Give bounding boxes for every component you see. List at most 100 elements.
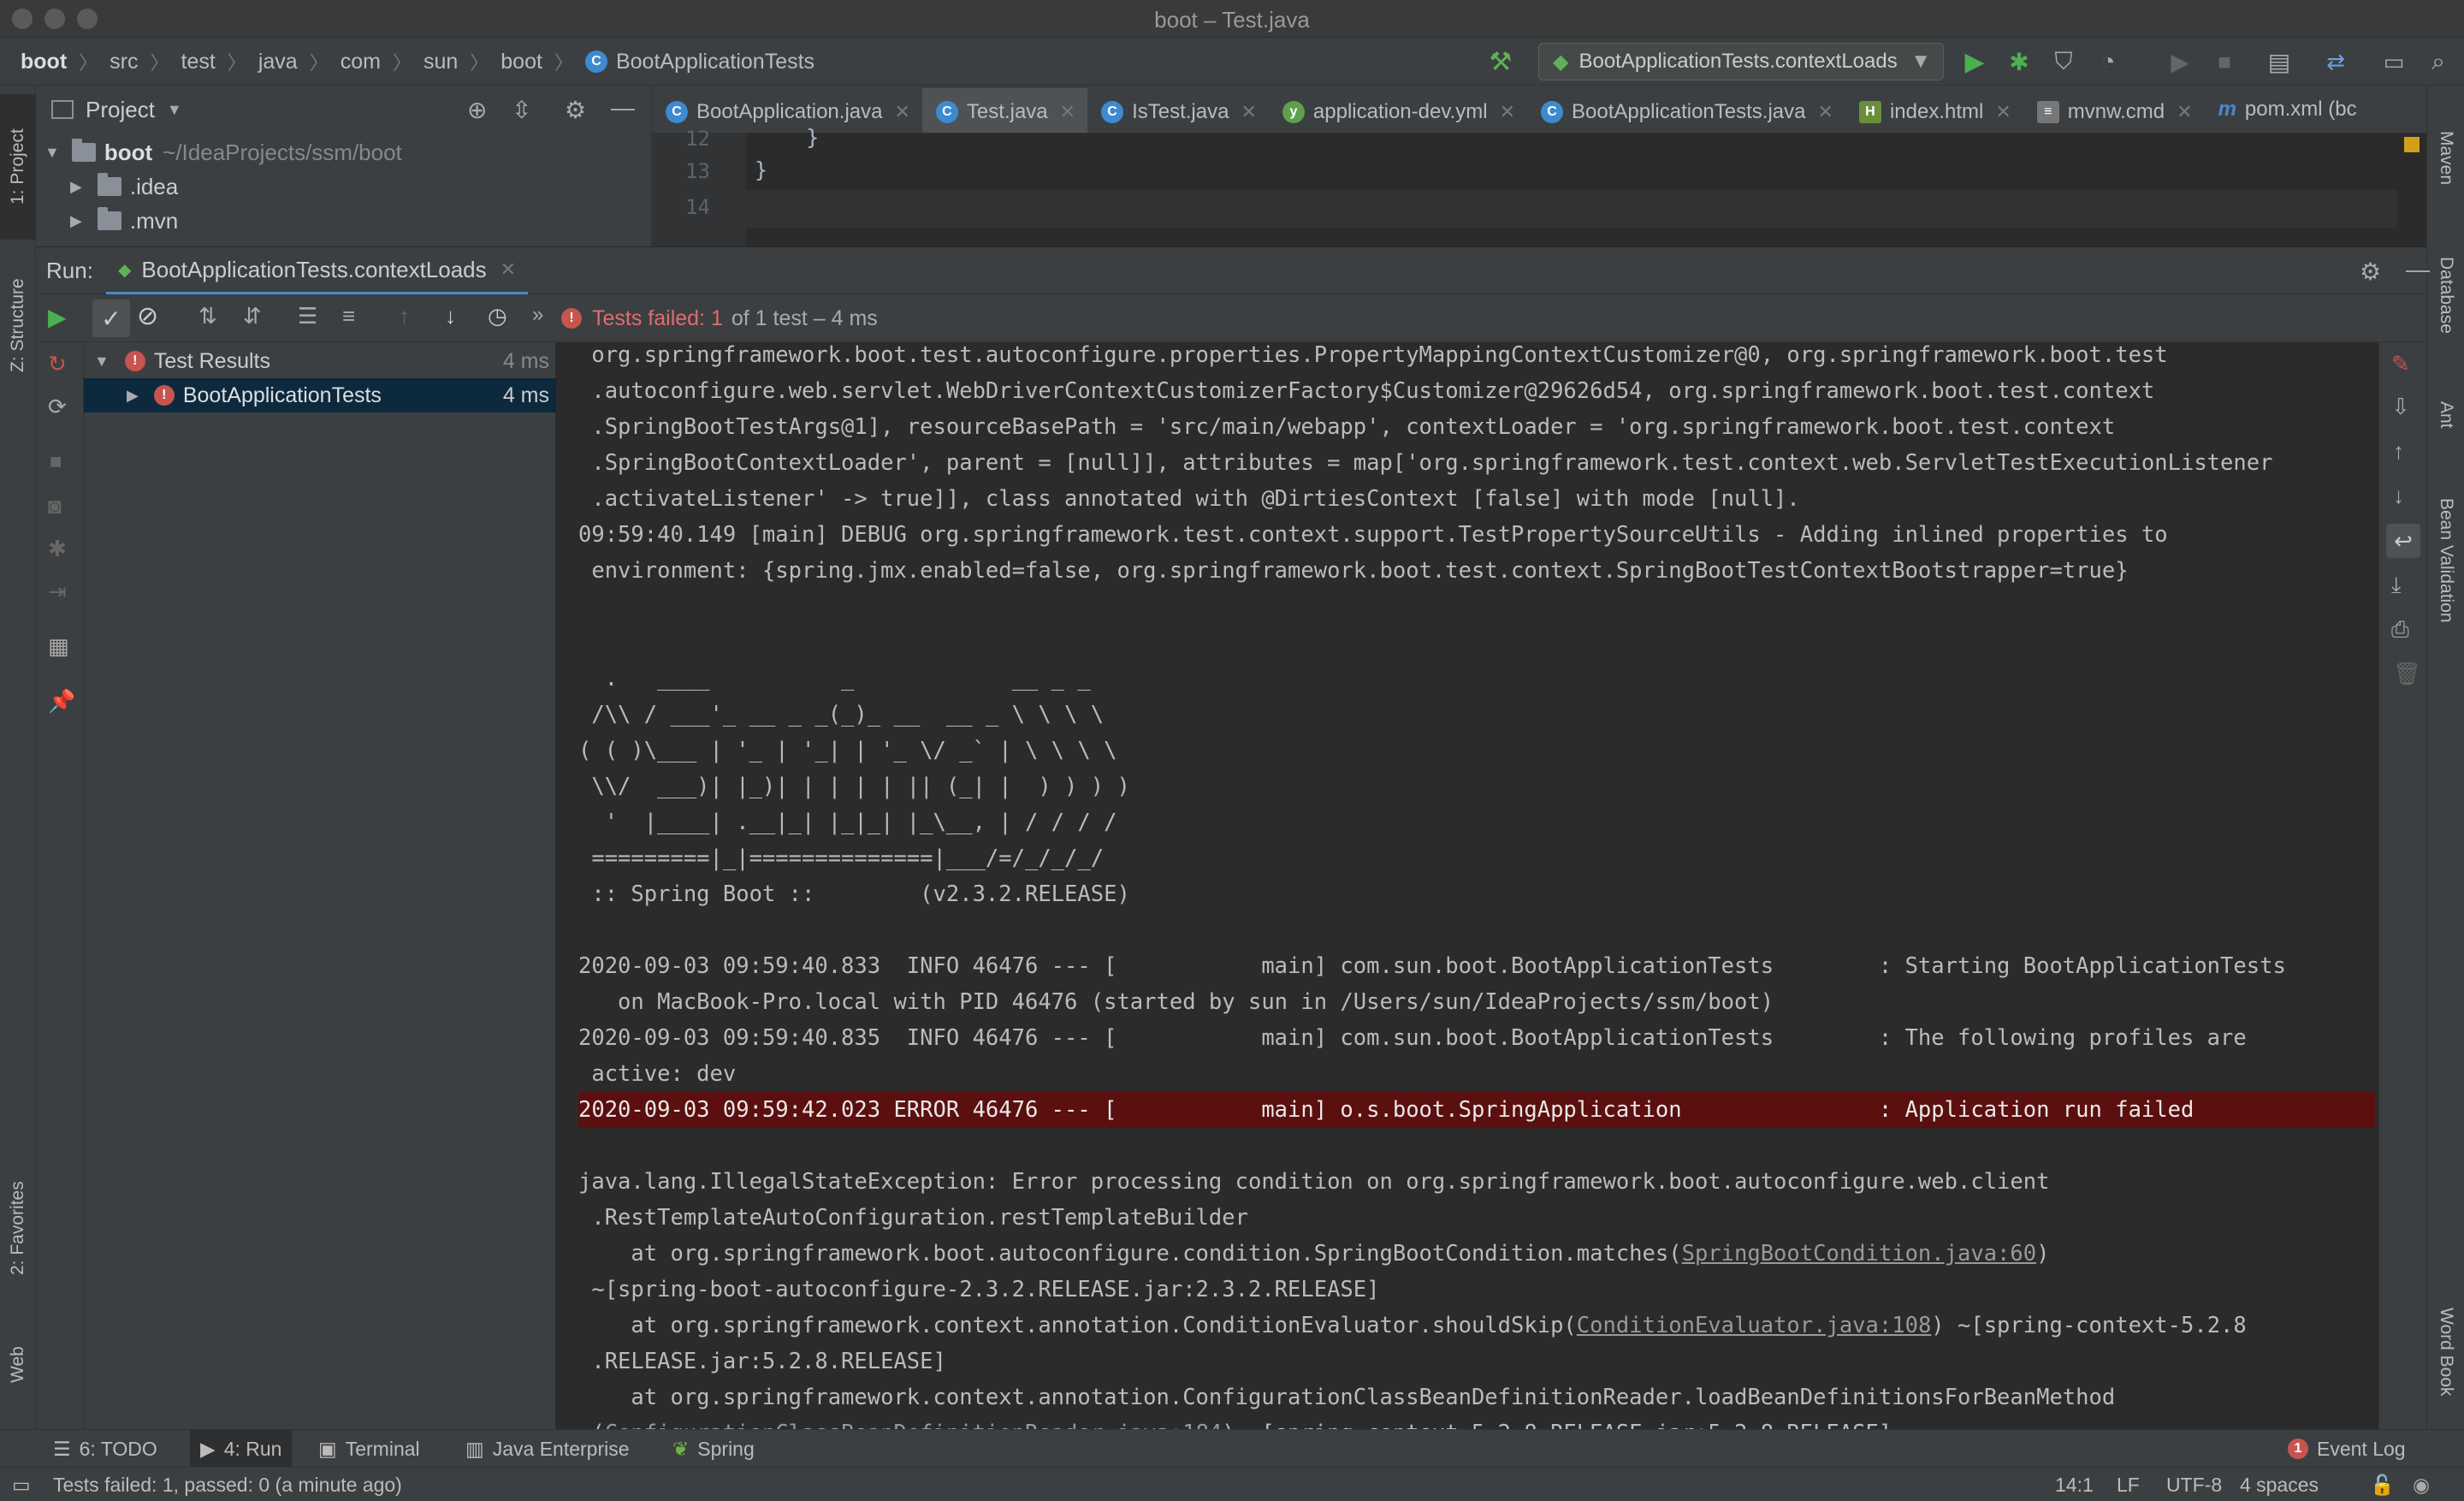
close-icon[interactable]: ✕ (1241, 101, 1256, 123)
breadcrumb-item[interactable]: boot 〉 (21, 38, 110, 86)
profile-icon[interactable]: ◔ (2094, 48, 2122, 75)
show-passed-toggle[interactable]: ✓ (92, 300, 130, 337)
history-icon[interactable]: ◷ (488, 303, 507, 329)
chevron-down-icon[interactable]: ▼ (167, 101, 182, 119)
tab-pom-xml[interactable]: m pom.xml (bc (2205, 86, 2369, 133)
breadcrumb-item[interactable]: src 〉 (110, 38, 181, 86)
gear-icon[interactable]: ⚙ (565, 96, 586, 124)
clear-all-icon[interactable]: ✎ (2391, 351, 2410, 377)
tab-terminal[interactable]: ▣ Terminal (318, 1430, 420, 1468)
file-encoding[interactable]: UTF-8 (2166, 1468, 2222, 1501)
close-icon[interactable]: ✕ (894, 101, 909, 123)
close-icon[interactable]: ✕ (500, 258, 516, 281)
console-output[interactable]: org.springframework.boot.test.autoconfig… (556, 342, 2378, 1429)
tab-database[interactable]: Database (2427, 231, 2464, 359)
stacktrace-link[interactable]: ConditionEvaluator.java:108 (1577, 1313, 1932, 1338)
minimize-panel-icon[interactable]: — (611, 94, 635, 122)
line-separator[interactable]: LF (2117, 1468, 2140, 1501)
tab-maven[interactable]: Maven (2427, 103, 2464, 214)
run-icon[interactable]: ▶ (1961, 48, 1988, 76)
code-editor[interactable]: 12 13 14 } } (652, 125, 2426, 246)
run-configuration-select[interactable]: ◆ BootApplicationTests.contextLoads ▼ (1538, 43, 1944, 80)
inspection-marker[interactable] (2404, 137, 2420, 152)
rerun-failed-icon[interactable]: ↻ (48, 351, 67, 377)
locate-icon[interactable]: ⊕ (467, 96, 487, 124)
breadcrumb-item[interactable]: com 〉 (341, 38, 424, 86)
sort-duration-icon[interactable]: ⇵ (243, 303, 262, 329)
stacktrace-link[interactable]: SpringBootCondition.java:60 (1682, 1241, 2037, 1267)
tab-structure[interactable]: Z: Structure (0, 248, 36, 402)
breadcrumb-item[interactable]: C BootApplicationTests (584, 38, 814, 86)
translate-icon[interactable]: ⇄ (2322, 48, 2349, 75)
down-arrow-icon[interactable]: ↓ (2393, 483, 2404, 509)
close-icon[interactable]: ✕ (1818, 101, 1833, 123)
coverage-icon[interactable]: ⛉ (2050, 48, 2077, 75)
rerun-icon[interactable]: ▶ (48, 303, 67, 331)
terminal-window-icon[interactable]: ▭ (2380, 48, 2408, 75)
tab-application-dev-yml[interactable]: y application-dev.yml ✕ (1269, 88, 1527, 133)
breadcrumb-item[interactable]: sun 〉 (424, 38, 500, 86)
tab-word-book[interactable]: Word Book (2427, 1284, 2464, 1421)
run-toolbar: ▶ ✓ ⊘ ⇅ ⇵ ☰ ≡ ↑ ↓ ◷ » ! Tests failed: 1 … (36, 294, 2426, 342)
tab-bean-validation[interactable]: Bean Validation (2427, 471, 2464, 650)
tab-istest-java[interactable]: C IsTest.java ✕ (1087, 88, 1269, 133)
lock-icon[interactable]: 🔓 (2370, 1468, 2395, 1501)
caret-position[interactable]: 14:1 (2055, 1468, 2094, 1501)
tab-run[interactable]: ▶ 4: Run (190, 1430, 293, 1468)
toggle-auto-test-icon[interactable]: ⟳ (48, 394, 67, 420)
collapse-all-icon[interactable]: ≡ (342, 303, 355, 329)
close-icon[interactable]: ✕ (1060, 101, 1075, 123)
tab-spring[interactable]: ❦ Spring (672, 1430, 755, 1468)
next-failed-icon[interactable]: ↓ (445, 303, 456, 329)
more-icon[interactable]: » (532, 303, 543, 327)
tab-favorites[interactable]: 2: Favorites (0, 1155, 36, 1301)
minimize-panel-icon[interactable]: — (2406, 256, 2430, 283)
sort-alpha-icon[interactable]: ⇅ (198, 303, 217, 329)
tree-root-boot[interactable]: ▼ boot ~/IdeaProjects/ssm/boot (44, 135, 402, 169)
scroll-to-end-icon[interactable]: ⇩ (2391, 394, 2410, 420)
close-icon[interactable]: ✕ (1500, 101, 1515, 123)
pin-icon[interactable]: 📌 (48, 688, 75, 715)
test-results-child[interactable]: ▶ ! BootApplicationTests 4 ms (84, 378, 556, 412)
expand-all-icon[interactable]: ☰ (298, 303, 317, 329)
show-ignored-icon[interactable]: ⊘ (137, 301, 158, 331)
collapse-all-icon[interactable]: ⇳ (512, 96, 531, 124)
tab-bootapplicationtests-java[interactable]: C BootApplicationTests.java ✕ (1527, 88, 1845, 133)
gear-icon[interactable]: ⚙ (2360, 258, 2381, 286)
layout-icon[interactable]: ▦ (48, 633, 69, 660)
soft-wrap-icon[interactable]: ↩ (2386, 524, 2420, 558)
tab-test-java[interactable]: C Test.java ✕ (921, 88, 1088, 133)
breadcrumb-item[interactable]: java 〉 (258, 38, 341, 86)
scroll-end-toggle-icon[interactable]: ⤓ (2391, 572, 2402, 599)
tab-index-html[interactable]: Hindex.html ✕ (1845, 88, 2023, 133)
tab-project[interactable]: 1: Project (0, 94, 36, 240)
stacktrace-link[interactable]: ConfigurationClassBeanDefinitionReader.j… (605, 1421, 1223, 1429)
run-tab[interactable]: ◆ BootApplicationTests.contextLoads ✕ (106, 247, 529, 295)
project-view-select[interactable]: Project (86, 97, 155, 123)
notification-icon[interactable]: ◉ (2413, 1468, 2430, 1501)
debug-icon[interactable]: ✱ (2005, 48, 2033, 75)
panel-toggle-icon[interactable]: ▭ (12, 1468, 31, 1501)
test-results-root[interactable]: ▼ ! Test Results 4 ms (84, 344, 556, 378)
tab-web[interactable]: Web (0, 1318, 36, 1412)
build-hammer-icon[interactable]: ⚒ (1487, 48, 1514, 76)
search-icon[interactable]: ⌕ (2425, 48, 2452, 75)
chevron-right-icon: ▶ (70, 211, 82, 229)
breadcrumb-item[interactable]: boot 〉 (500, 38, 585, 86)
tree-item-mvn[interactable]: ▶ .mvn (70, 204, 178, 238)
breadcrumb-item[interactable]: test 〉 (181, 38, 258, 86)
tab-todo[interactable]: ☰ 6: TODO (53, 1430, 157, 1468)
indent-setting[interactable]: 4 spaces (2240, 1468, 2319, 1501)
up-arrow-icon[interactable]: ↑ (2393, 438, 2404, 465)
console-line: 2020-09-03 09:59:40.833 INFO 46476 --- [… (578, 953, 2286, 979)
print-icon[interactable]: ⎙ (2391, 616, 2409, 644)
tab-ant[interactable]: Ant (2427, 372, 2464, 458)
tab-event-log[interactable]: 1 Event Log (2288, 1430, 2406, 1468)
tab-mvnw-cmd[interactable]: ≡ mvnw.cmd ✕ (2023, 88, 2205, 133)
tab-java-enterprise[interactable]: ▥ Java Enterprise (465, 1430, 630, 1468)
close-icon[interactable]: ✕ (1995, 101, 2011, 123)
status-message[interactable]: Tests failed: 1, passed: 0 (a minute ago… (53, 1468, 402, 1501)
tree-item-idea[interactable]: ▶ .idea (70, 169, 178, 204)
close-icon[interactable]: ✕ (2177, 101, 2192, 123)
project-structure-icon[interactable]: ▤ (2266, 48, 2293, 75)
